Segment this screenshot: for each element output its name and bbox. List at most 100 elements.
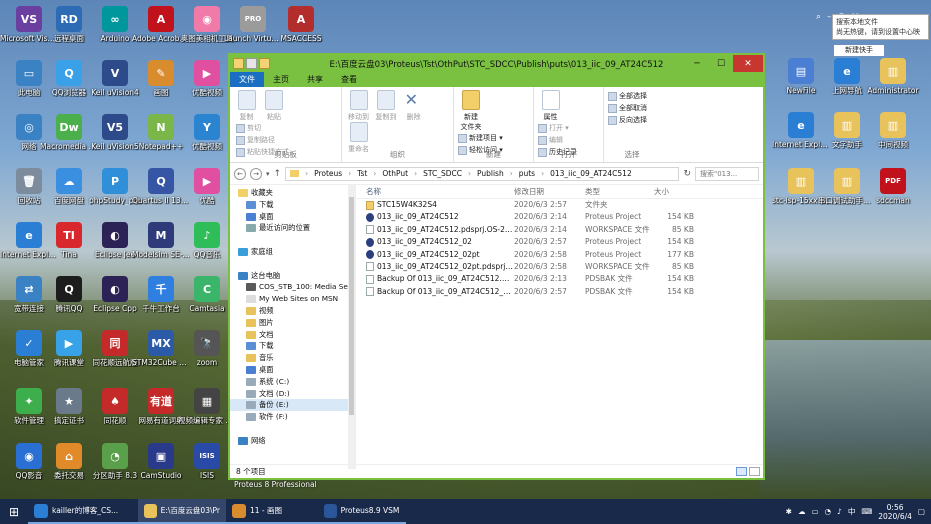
bluetooth-icon[interactable]: ✱ <box>786 507 792 516</box>
delete-button[interactable]: ✕ 删除 <box>401 90 426 122</box>
file-row[interactable]: STC15W4K32S4 2020/6/3 2:57 文件夹 <box>356 199 763 211</box>
breadcrumb-item[interactable]: 013_iic_09_AT24C512 <box>550 169 632 178</box>
nav-item[interactable]: 备份 (E:) <box>230 399 355 412</box>
breadcrumb[interactable]: › Proteus › Tst › OthPut › STC_SDCC › Publish › put… <box>285 166 680 181</box>
breadcrumb-item[interactable]: Tst <box>357 169 367 178</box>
nav-item[interactable]: 桌面 <box>230 211 355 223</box>
desktop-icon[interactable]: A MSACCESS <box>272 6 330 43</box>
nav-item[interactable]: 桌面 <box>230 364 355 376</box>
breadcrumb-separator[interactable]: › <box>414 169 417 178</box>
breadcrumb-item[interactable]: Publish <box>477 169 504 178</box>
input-method-icon[interactable]: ⌨ <box>861 507 872 516</box>
volume-icon[interactable]: ♪ <box>837 507 842 516</box>
file-row[interactable]: 013_iic_09_AT24C512 2020/6/3 2:14 Proteus … <box>356 211 763 223</box>
file-row[interactable]: Backup Of 013_iic_09_AT24C512_02pt... 202… <box>356 286 763 298</box>
clock[interactable]: 0:56 2020/6/4 <box>878 503 912 521</box>
nav-item[interactable]: 视频 <box>230 305 355 317</box>
cloud-icon[interactable]: ☁ <box>798 507 806 516</box>
search-icon[interactable]: ⌕ <box>816 12 821 22</box>
desktop-icon[interactable]: ▥ 中间视频 <box>864 112 922 149</box>
notification-icon[interactable]: ▢ <box>918 507 925 516</box>
nav-item[interactable]: 系统 (C:) <box>230 376 355 388</box>
large-icons-view-icon[interactable] <box>749 467 760 476</box>
nav-item[interactable]: 网络 <box>230 435 355 447</box>
taskbar-item[interactable]: kailler的博客_CS... <box>28 499 138 524</box>
desktop-icon[interactable]: PDF sdccman <box>864 168 922 205</box>
nav-item[interactable]: 这台电脑 <box>230 270 355 282</box>
proteus-desktop-label[interactable]: Proteus 8 Professional <box>234 480 317 489</box>
search-input[interactable]: 搜索"013... <box>695 166 759 181</box>
breadcrumb-separator[interactable]: › <box>510 169 513 178</box>
file-row[interactable]: 013_iic_09_AT24C512_02pt 2020/6/3 2:58 Pro… <box>356 249 763 261</box>
column-name[interactable]: 名称 <box>366 185 514 198</box>
breadcrumb-item[interactable]: OthPut <box>382 169 408 178</box>
nav-item[interactable]: 文档 (D:) <box>230 388 355 400</box>
tab-home[interactable]: 主页 <box>264 72 298 87</box>
properties-button[interactable]: 属性 <box>538 90 563 122</box>
column-type[interactable]: 类型 <box>585 185 654 198</box>
breadcrumb-separator[interactable]: › <box>541 169 544 178</box>
tab-share[interactable]: 共享 <box>298 72 332 87</box>
select-all-button[interactable]: 全部选择 <box>608 90 656 102</box>
nav-item[interactable]: 下载 <box>230 199 355 211</box>
nav-scrollbar[interactable] <box>348 185 355 469</box>
breadcrumb-separator[interactable]: › <box>305 169 308 178</box>
network-icon[interactable]: ◔ <box>825 507 832 516</box>
nav-item[interactable]: 最近访问的位置 <box>230 222 355 234</box>
back-icon[interactable]: ← <box>234 167 246 180</box>
paste-button[interactable]: 粘贴 <box>262 90 287 122</box>
file-row[interactable]: Backup Of 013_iic_09_AT24C512.pds... 2020… <box>356 273 763 285</box>
properties-icon[interactable] <box>246 58 257 69</box>
breadcrumb-separator[interactable]: › <box>348 169 351 178</box>
invert-selection-button[interactable]: 反向选择 <box>608 114 656 126</box>
nav-item[interactable]: 家庭组 <box>230 246 355 258</box>
select-none-button[interactable]: 全部取消 <box>608 102 656 114</box>
new-item-button[interactable]: 新建项目 ▾ <box>458 132 503 144</box>
copy-path-button[interactable]: 复制路径 <box>236 134 289 146</box>
nav-item[interactable]: 收藏夹 <box>230 187 355 199</box>
nav-item[interactable]: My Web Sites on MSN <box>230 293 355 305</box>
taskbar-item[interactable]: Proteus8.9 VSM... <box>318 499 406 524</box>
breadcrumb-separator[interactable]: › <box>468 169 471 178</box>
copy-to-button[interactable]: 复制到 <box>374 90 399 122</box>
details-view-icon[interactable] <box>736 467 747 476</box>
close-button[interactable]: ✕ <box>733 55 763 72</box>
copy-button[interactable]: 复制 <box>234 90 259 122</box>
forward-icon[interactable]: → <box>250 167 262 180</box>
breadcrumb-item[interactable]: STC_SDCC <box>423 169 462 178</box>
scrollbar-thumb[interactable] <box>349 197 354 415</box>
breadcrumb-item[interactable]: puts <box>519 169 535 178</box>
breadcrumb-separator[interactable]: › <box>373 169 376 178</box>
nav-item[interactable]: 文档 <box>230 329 355 341</box>
title-bar[interactable]: E:\百度云盘03\Proteus\Tst\OthPut\STC_SDCC\Pu… <box>230 55 763 72</box>
new-folder-button[interactable]: 新建 文件夹 <box>458 90 484 132</box>
up-icon[interactable]: ↑ <box>274 169 282 179</box>
nav-item[interactable]: 软件 (F:) <box>230 411 355 423</box>
file-row[interactable]: 013_iic_09_AT24C512.pdsprj.OS-2020... 202… <box>356 224 763 236</box>
chevron-down-icon[interactable]: ▾ <box>266 170 270 178</box>
folder-icon[interactable] <box>233 58 244 69</box>
battery-icon[interactable]: ▭ <box>811 507 818 516</box>
file-row[interactable]: 013_iic_09_AT24C512_02 2020/6/3 2:57 Prote… <box>356 236 763 248</box>
taskbar-item[interactable]: E:\百度云盘03\Pr... <box>138 499 226 524</box>
taskbar-item[interactable]: 11 - 画图 <box>226 499 318 524</box>
breadcrumb-item[interactable]: Proteus <box>314 169 342 178</box>
edit-button[interactable]: 编辑 <box>538 134 577 146</box>
nav-item[interactable]: 图片 <box>230 317 355 329</box>
minimize-icon[interactable]: – <box>827 12 832 22</box>
nav-item[interactable]: 音乐 <box>230 352 355 364</box>
tab-view[interactable]: 查看 <box>332 72 366 87</box>
file-row[interactable]: 013_iic_09_AT24C512_02pt.pdsprj.OS-... 20… <box>356 261 763 273</box>
input-language[interactable]: 中 <box>848 506 856 517</box>
cut-button[interactable]: 剪切 <box>236 122 289 134</box>
move-to-button[interactable]: 移动到 <box>346 90 371 122</box>
minimize-button[interactable]: ─ <box>685 55 709 72</box>
start-icon[interactable]: ⊞ <box>0 499 28 524</box>
desktop-icon[interactable]: ▥ Administrator <box>864 58 922 95</box>
column-date[interactable]: 修改日期 <box>514 185 585 198</box>
maximize-button[interactable]: ☐ <box>709 55 733 72</box>
nav-item[interactable]: 下载 <box>230 340 355 352</box>
open-button[interactable]: 打开 ▾ <box>538 122 577 134</box>
tab-file[interactable]: 文件 <box>230 72 264 87</box>
new-folder-icon[interactable] <box>259 58 270 69</box>
